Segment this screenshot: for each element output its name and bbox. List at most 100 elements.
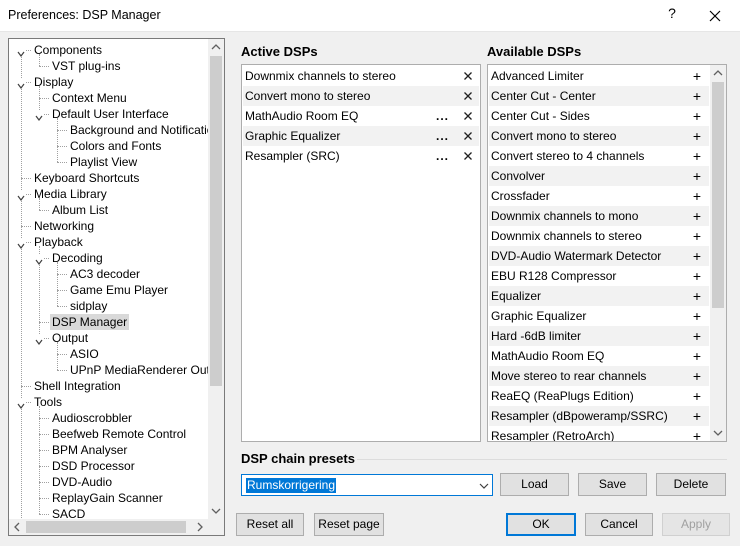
available-dsp-row[interactable]: Advanced Limiter + — [489, 66, 709, 86]
tree-item[interactable]: Beefweb Remote Control — [9, 426, 208, 442]
tree-item[interactable]: Playlist View — [9, 154, 208, 170]
available-dsp-row[interactable]: Convert stereo to 4 channels + — [489, 146, 709, 166]
add-dsp-icon[interactable]: + — [691, 326, 703, 346]
remove-dsp-button[interactable] — [462, 66, 474, 86]
expand-chevron-icon[interactable] — [17, 190, 25, 201]
active-dsp-row[interactable]: MathAudio Room EQ... — [243, 106, 479, 126]
tree-item[interactable]: VST plug-ins — [9, 58, 208, 74]
tree-vertical-scrollbar[interactable] — [208, 39, 224, 519]
configure-dsp-button[interactable]: ... — [436, 106, 449, 126]
tree-item[interactable]: ASIO — [9, 346, 208, 362]
expand-chevron-icon[interactable] — [17, 238, 25, 249]
available-dsp-row[interactable]: Center Cut - Sides + — [489, 106, 709, 126]
tree-item[interactable]: Colors and Fonts — [9, 138, 208, 154]
active-dsp-row[interactable]: Graphic Equalizer... — [243, 126, 479, 146]
tree-item[interactable]: Keyboard Shortcuts — [9, 170, 208, 186]
tree-item[interactable]: SACD — [9, 506, 208, 520]
available-dsp-row[interactable]: ReaEQ (ReaPlugs Edition) + — [489, 386, 709, 406]
add-dsp-icon[interactable]: + — [691, 426, 703, 441]
tree-item[interactable]: Media Library — [9, 186, 208, 202]
tree-item[interactable]: UPnP MediaRenderer Output — [9, 362, 208, 378]
available-dsp-row[interactable]: Equalizer + — [489, 286, 709, 306]
add-dsp-icon[interactable]: + — [691, 226, 703, 246]
tree-item[interactable]: Game Emu Player — [9, 282, 208, 298]
tree-item[interactable]: DVD-Audio — [9, 474, 208, 490]
chevron-down-icon[interactable] — [478, 480, 490, 490]
tree-item[interactable]: AC3 decoder — [9, 266, 208, 282]
available-dsp-row[interactable]: EBU R128 Compressor + — [489, 266, 709, 286]
active-dsp-row[interactable]: Convert mono to stereo — [243, 86, 479, 106]
available-dsp-row[interactable]: Convert mono to stereo + — [489, 126, 709, 146]
cancel-button[interactable]: Cancel — [585, 513, 653, 536]
available-vertical-scrollbar[interactable] — [710, 65, 726, 441]
available-dsp-row[interactable]: Center Cut - Center + — [489, 86, 709, 106]
expand-chevron-icon[interactable] — [35, 334, 43, 345]
scroll-thumb[interactable] — [210, 56, 222, 386]
remove-dsp-button[interactable] — [462, 126, 474, 146]
add-dsp-icon[interactable]: + — [691, 346, 703, 366]
available-dsps-list[interactable]: Resampler (RetroArch) + Resampler (dBpower… — [487, 64, 727, 442]
active-dsps-list[interactable]: Downmix channels to stereo Convert mono t… — [241, 64, 481, 442]
scroll-thumb-horizontal[interactable] — [26, 521, 186, 533]
tree-item[interactable]: Audioscrobbler — [9, 410, 208, 426]
tree-item[interactable]: Tools — [9, 394, 208, 410]
tree-item[interactable]: BPM Analyser — [9, 442, 208, 458]
expand-chevron-icon[interactable] — [35, 110, 43, 121]
configure-dsp-button[interactable]: ... — [436, 146, 449, 166]
tree-horizontal-scrollbar[interactable] — [9, 519, 208, 535]
tree-item[interactable]: Display — [9, 74, 208, 90]
add-dsp-icon[interactable]: + — [691, 66, 703, 86]
help-button[interactable]: ? — [662, 5, 682, 21]
available-dsp-row[interactable]: Downmix channels to stereo + — [489, 226, 709, 246]
add-dsp-icon[interactable]: + — [691, 306, 703, 326]
available-dsp-row[interactable]: Resampler (RetroArch) + — [489, 426, 709, 441]
add-dsp-icon[interactable]: + — [691, 186, 703, 206]
add-dsp-icon[interactable]: + — [691, 286, 703, 306]
remove-dsp-button[interactable] — [462, 106, 474, 126]
add-dsp-icon[interactable]: + — [691, 386, 703, 406]
load-button[interactable]: Load — [500, 473, 569, 496]
add-dsp-icon[interactable]: + — [691, 366, 703, 386]
add-dsp-icon[interactable]: + — [691, 146, 703, 166]
tree-item[interactable]: Context Menu — [9, 90, 208, 106]
tree-item[interactable]: sidplay — [9, 298, 208, 314]
close-button[interactable] — [700, 3, 730, 29]
scroll-up-button[interactable] — [710, 65, 726, 81]
expand-chevron-icon[interactable] — [17, 46, 25, 57]
tree-item[interactable]: Output — [9, 330, 208, 346]
expand-chevron-icon[interactable] — [35, 254, 43, 265]
preferences-tree[interactable]: Components VST plug-ins Display Context Men… — [8, 38, 225, 536]
scroll-down-button[interactable] — [208, 503, 224, 519]
add-dsp-icon[interactable]: + — [691, 406, 703, 426]
scroll-thumb[interactable] — [712, 82, 724, 308]
remove-dsp-button[interactable] — [462, 146, 474, 166]
available-dsp-row[interactable]: Crossfader + — [489, 186, 709, 206]
add-dsp-icon[interactable]: + — [691, 166, 703, 186]
tree-item[interactable]: Background and Notifications — [9, 122, 208, 138]
scroll-down-button[interactable] — [710, 425, 726, 441]
tree-item[interactable]: Playback — [9, 234, 208, 250]
scroll-right-button[interactable] — [192, 519, 208, 535]
tree-item[interactable]: ReplayGain Scanner — [9, 490, 208, 506]
tree-item[interactable]: DSD Processor — [9, 458, 208, 474]
available-dsp-row[interactable]: DVD-Audio Watermark Detector + — [489, 246, 709, 266]
reset-page-button[interactable]: Reset page — [314, 513, 384, 536]
tree-item[interactable]: Components — [9, 42, 208, 58]
ok-button[interactable]: OK — [506, 513, 576, 536]
tree-item[interactable]: Decoding — [9, 250, 208, 266]
tree-item[interactable]: Default User Interface — [9, 106, 208, 122]
active-dsp-row[interactable]: Resampler (SRC)... — [243, 146, 479, 166]
available-dsp-row[interactable]: Hard -6dB limiter + — [489, 326, 709, 346]
available-dsp-row[interactable]: MathAudio Room EQ + — [489, 346, 709, 366]
save-button[interactable]: Save — [578, 473, 647, 496]
add-dsp-icon[interactable]: + — [691, 86, 703, 106]
preset-combobox[interactable]: Rumskorrigering — [241, 474, 493, 496]
available-dsp-row[interactable]: Convolver + — [489, 166, 709, 186]
add-dsp-icon[interactable]: + — [691, 126, 703, 146]
available-dsp-row[interactable]: Resampler (dBpoweramp/SSRC) + — [489, 406, 709, 426]
add-dsp-icon[interactable]: + — [691, 246, 703, 266]
delete-button[interactable]: Delete — [656, 473, 726, 496]
tree-item[interactable]: DSP Manager — [9, 314, 208, 330]
configure-dsp-button[interactable]: ... — [436, 126, 449, 146]
remove-dsp-button[interactable] — [462, 86, 474, 106]
